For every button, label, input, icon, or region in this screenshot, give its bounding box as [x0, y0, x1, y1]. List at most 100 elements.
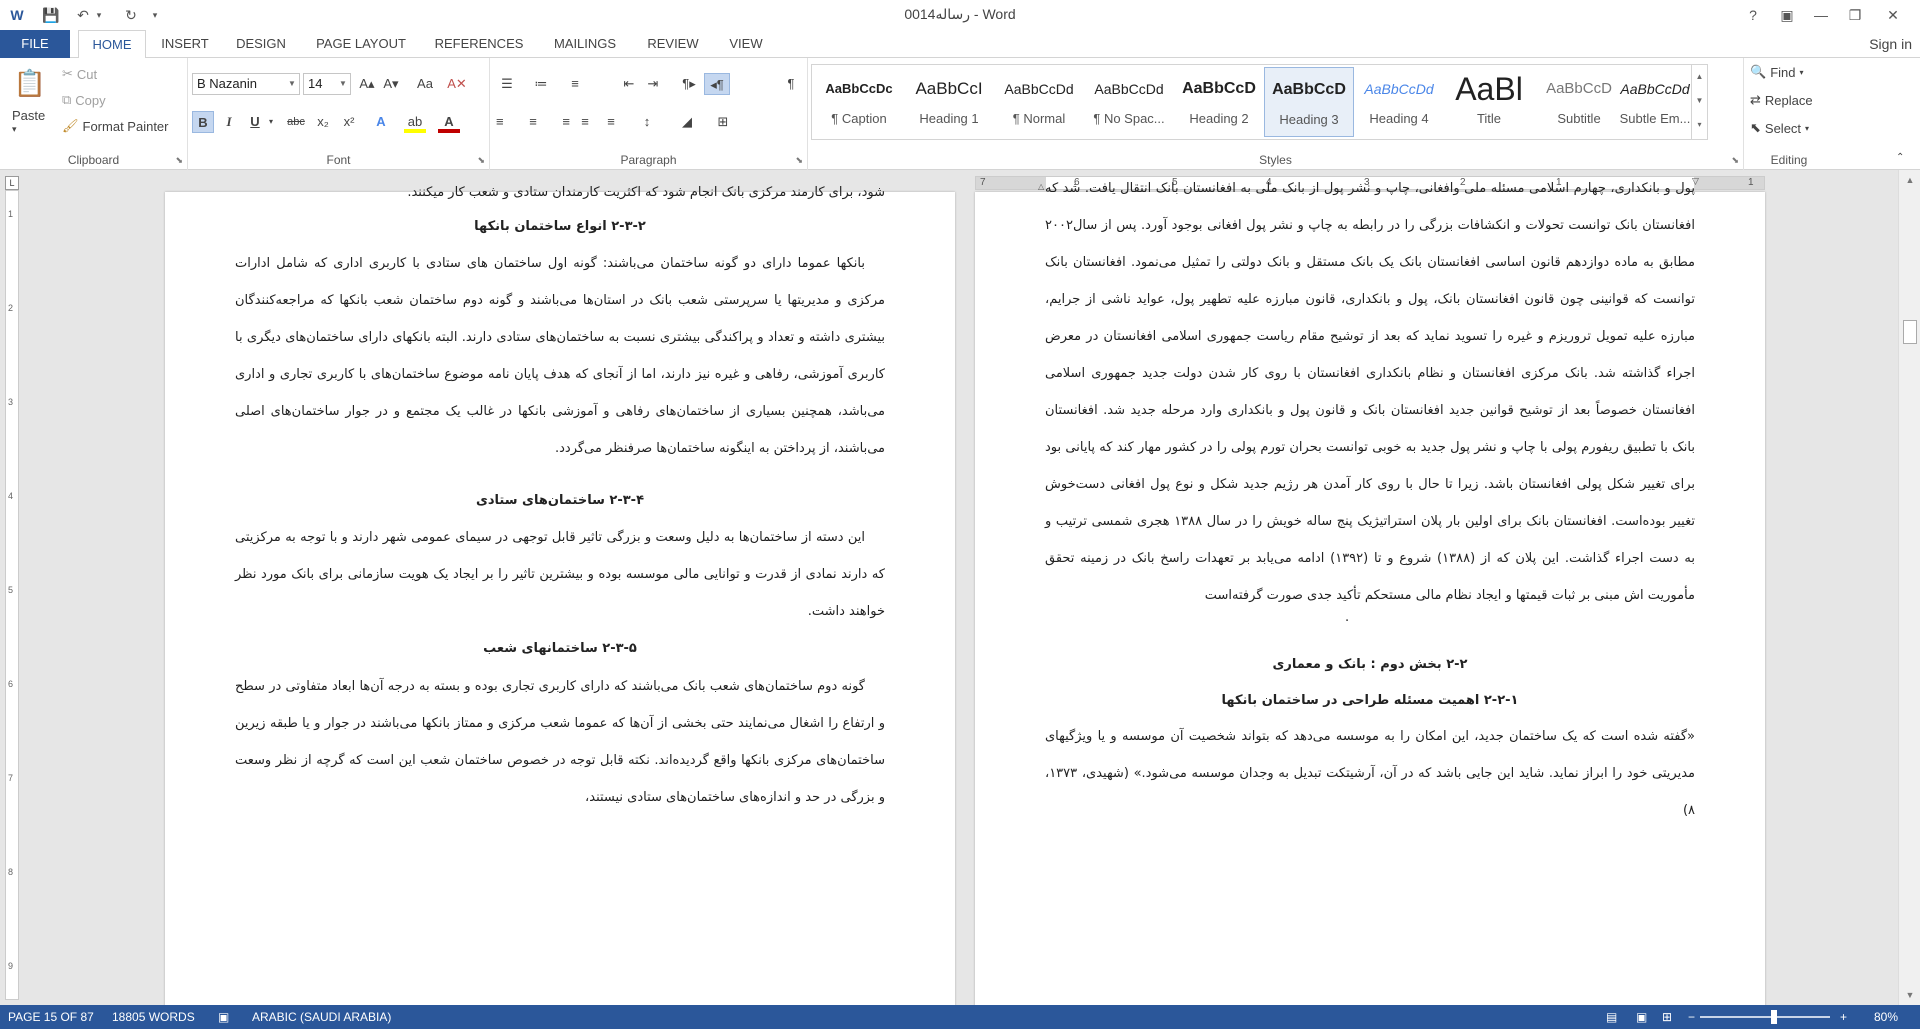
vertical-ruler[interactable]: 1 2 3 4 5 6 7 8 9	[5, 190, 19, 1000]
tab-file[interactable]: FILE	[0, 30, 70, 58]
tab-view[interactable]: VIEW	[718, 30, 774, 58]
close-button[interactable]: ✕	[1876, 0, 1910, 30]
clear-formatting-button[interactable]: A✕	[446, 73, 468, 95]
bullets-button[interactable]: ☰	[496, 73, 518, 95]
style-normal[interactable]: AaBbCcDd ¶ Normal	[994, 67, 1084, 137]
vertical-scrollbar[interactable]: ▲ ▼	[1898, 170, 1920, 1005]
ribbon-display-options-button[interactable]: ▣	[1770, 0, 1804, 30]
rtl-button[interactable]: ◂¶	[704, 73, 730, 95]
zoom-slider[interactable]	[1700, 1016, 1830, 1018]
undo-dropdown-icon[interactable]: ▾	[92, 4, 106, 26]
superscript-button[interactable]: x²	[338, 111, 360, 133]
increase-indent-button[interactable]: ⇥	[642, 73, 664, 95]
decrease-indent-button[interactable]: ⇤	[618, 73, 640, 95]
align-left-button[interactable]: ≡	[496, 111, 518, 133]
word-app-icon[interactable]: W	[4, 4, 30, 26]
tab-insert[interactable]: INSERT	[152, 30, 218, 58]
find-dropdown-icon[interactable]: ▾	[1799, 68, 1803, 77]
style-title[interactable]: AaBl Title	[1444, 67, 1534, 137]
subscript-button[interactable]: x₂	[312, 111, 334, 133]
proofing-icon[interactable]: ▣	[218, 1005, 229, 1029]
gallery-up-icon[interactable]: ▲	[1692, 65, 1707, 89]
change-case-button[interactable]: Aa	[410, 73, 440, 95]
web-layout-icon[interactable]: ⊞	[1662, 1005, 1672, 1029]
shading-button[interactable]: ◢	[676, 111, 698, 133]
numbering-button[interactable]: ≔	[530, 73, 552, 95]
gallery-down-icon[interactable]: ▼	[1692, 89, 1707, 113]
tab-review[interactable]: REVIEW	[638, 30, 708, 58]
underline-button[interactable]: U	[244, 111, 266, 133]
shrink-font-button[interactable]: A▾	[380, 73, 402, 95]
clipboard-launcher-icon[interactable]: ⬊	[175, 155, 183, 166]
language-status[interactable]: ARABIC (SAUDI ARABIA)	[252, 1005, 391, 1029]
style-heading-3[interactable]: AaBbCcD Heading 3	[1264, 67, 1354, 137]
font-name-combo[interactable]: B Nazanin ▼	[192, 73, 300, 95]
style-heading-4[interactable]: AaBbCcDd Heading 4	[1354, 67, 1444, 137]
find-button[interactable]: 🔍 Find ▾	[1750, 64, 1804, 80]
zoom-out-button[interactable]: −	[1688, 1005, 1695, 1029]
line-spacing-button[interactable]: ↕	[636, 111, 658, 133]
style-no-spacing[interactable]: AaBbCcDd ¶ No Spac...	[1084, 67, 1174, 137]
tab-design[interactable]: DESIGN	[226, 30, 296, 58]
tab-selector[interactable]: L	[5, 176, 19, 190]
select-button[interactable]: ⬉ Select ▾	[1750, 120, 1809, 136]
zoom-in-button[interactable]: +	[1840, 1005, 1847, 1029]
scroll-down-icon[interactable]: ▼	[1899, 985, 1920, 1005]
format-painter-button[interactable]: 🖌 Format Painter	[62, 118, 169, 134]
ltr-button[interactable]: ¶▸	[676, 73, 702, 95]
multilevel-list-button[interactable]: ≡	[564, 73, 586, 95]
tab-mailings[interactable]: MAILINGS	[544, 30, 626, 58]
word-count-status[interactable]: 18805 WORDS	[112, 1005, 195, 1029]
borders-button[interactable]: ⊞	[712, 111, 734, 133]
font-size-dropdown-icon[interactable]: ▼	[336, 74, 350, 94]
style-heading-2[interactable]: AaBbCcD Heading 2	[1174, 67, 1264, 137]
copy-button[interactable]: ⧉ Copy	[62, 92, 106, 108]
font-name-dropdown-icon[interactable]: ▼	[285, 74, 299, 94]
save-icon[interactable]: 💾	[38, 4, 64, 26]
tab-page-layout[interactable]: PAGE LAYOUT	[308, 30, 414, 58]
highlight-button[interactable]: ab	[404, 111, 426, 133]
font-color-button[interactable]: A	[438, 111, 460, 133]
underline-dropdown-icon[interactable]: ▾	[266, 111, 276, 133]
bold-button[interactable]: B	[192, 111, 214, 133]
zoom-level[interactable]: 80%	[1874, 1005, 1898, 1029]
paste-button[interactable]: Paste	[12, 108, 45, 123]
paste-dropdown-icon[interactable]: ▾	[12, 124, 17, 135]
customize-qat-icon[interactable]: ▾	[148, 4, 162, 26]
justify-button[interactable]: ≡	[574, 111, 596, 133]
align-right-button[interactable]: ≡	[548, 111, 570, 133]
minimize-button[interactable]: —	[1804, 0, 1838, 30]
font-launcher-icon[interactable]: ⬊	[477, 155, 485, 166]
read-mode-icon[interactable]: ▤	[1606, 1005, 1617, 1029]
font-size-combo[interactable]: 14 ▼	[303, 73, 351, 95]
grow-font-button[interactable]: A▴	[356, 73, 378, 95]
gallery-more-icon[interactable]: ▾	[1692, 113, 1707, 137]
help-button[interactable]: ?	[1736, 0, 1770, 30]
replace-button[interactable]: ⇄ Replace	[1750, 92, 1813, 108]
style-subtle-emphasis[interactable]: AaBbCcDd Subtle Em...	[1618, 67, 1692, 137]
style-caption[interactable]: AaBbCcDc ¶ Caption	[814, 67, 904, 137]
scroll-up-icon[interactable]: ▲	[1899, 170, 1920, 190]
document-page-left[interactable]: شود، برای کارمند مرکزی بانک انجام شود که…	[165, 185, 955, 1005]
strikethrough-button[interactable]: abc	[282, 111, 310, 133]
page-count-status[interactable]: PAGE 15 OF 87	[8, 1005, 94, 1029]
styles-launcher-icon[interactable]: ⬊	[1731, 155, 1739, 166]
scroll-thumb[interactable]	[1903, 320, 1917, 344]
text-effects-button[interactable]: A	[370, 111, 392, 133]
paste-icon[interactable]: 📋	[10, 66, 50, 100]
style-subtitle[interactable]: AaBbCcD Subtitle	[1534, 67, 1624, 137]
print-layout-icon[interactable]: ▣	[1636, 1005, 1647, 1029]
document-page-right[interactable]: پول و بانکداری، چهارم اسلامی مسئله ملی و…	[975, 181, 1765, 1005]
tab-home[interactable]: HOME	[78, 30, 146, 59]
distributed-button[interactable]: ≡	[600, 111, 622, 133]
collapse-ribbon-icon[interactable]: ⌃	[1896, 152, 1904, 163]
restore-button[interactable]: ❐	[1838, 0, 1872, 30]
paragraph-launcher-icon[interactable]: ⬊	[795, 155, 803, 166]
zoom-slider-thumb[interactable]	[1771, 1010, 1777, 1024]
show-formatting-button[interactable]: ¶	[780, 73, 802, 95]
sign-in-link[interactable]: Sign in	[1869, 36, 1912, 52]
center-button[interactable]: ≡	[522, 111, 544, 133]
italic-button[interactable]: I	[218, 111, 240, 133]
tab-references[interactable]: REFERENCES	[426, 30, 532, 58]
cut-button[interactable]: ✂ Cut	[62, 66, 97, 82]
